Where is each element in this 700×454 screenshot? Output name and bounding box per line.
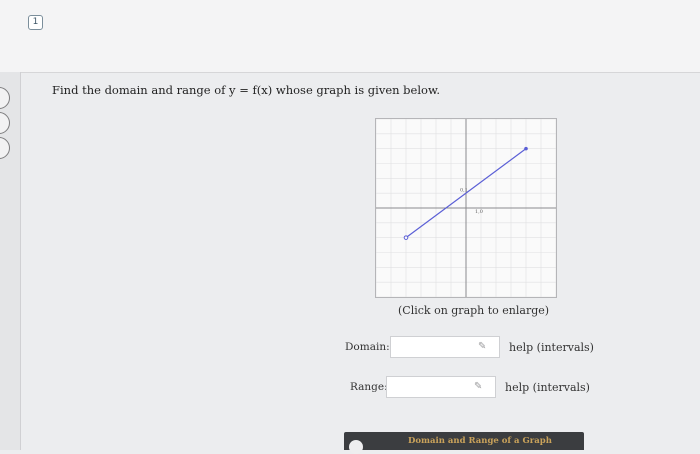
radio-option-3[interactable] xyxy=(0,137,10,159)
pencil-icon[interactable]: ✎ xyxy=(478,341,486,352)
radio-option-1[interactable] xyxy=(0,87,10,109)
range-label: Range: xyxy=(350,381,388,393)
question-text: Find the domain and range of y = f(x) wh… xyxy=(52,83,441,97)
closed-end-point xyxy=(524,146,528,151)
radio-option-2[interactable] xyxy=(0,112,10,134)
question-number-badge[interactable]: 1 xyxy=(28,15,43,30)
left-strip xyxy=(0,72,21,450)
domain-help-link[interactable]: help (intervals) xyxy=(509,341,594,354)
graph-svg: 1,0 0,1 xyxy=(375,118,557,298)
domain-label: Domain: xyxy=(345,341,390,353)
pencil-icon[interactable]: ✎ xyxy=(474,381,482,392)
footer-button-icon[interactable] xyxy=(349,440,363,454)
x-tick-label: 1,0 xyxy=(475,209,483,215)
range-help-link[interactable]: help (intervals) xyxy=(505,381,590,394)
graph-caption[interactable]: (Click on graph to enlarge) xyxy=(398,304,549,317)
footer-link[interactable]: Domain and Range of a Graph xyxy=(408,436,552,446)
function-graph[interactable]: 1,0 0,1 xyxy=(375,118,557,298)
open-start-point xyxy=(403,235,409,240)
top-bar: 1 xyxy=(0,0,700,73)
